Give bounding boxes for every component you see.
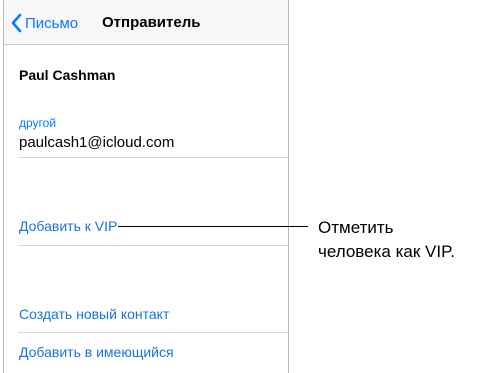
page-title: Отправитель — [102, 14, 201, 31]
email-type-label: другой — [19, 116, 57, 130]
callout-line-1: Отметить — [318, 218, 394, 237]
divider — [18, 332, 288, 333]
contact-name: Paul Cashman — [19, 67, 116, 83]
back-button[interactable]: Письмо — [11, 11, 78, 35]
divider — [18, 245, 288, 246]
back-button-label: Письмо — [25, 14, 79, 32]
callout-line — [118, 226, 308, 227]
add-to-existing-button[interactable]: Добавить в имеющийся — [19, 344, 174, 360]
callout-text: Отметить человека как VIP. — [318, 216, 488, 264]
chevron-left-icon — [11, 13, 22, 33]
divider — [18, 157, 288, 158]
navigation-bar: Письмо Отправитель — [4, 0, 288, 45]
callout-line-2: человека как VIP. — [318, 242, 455, 261]
phone-screen: Письмо Отправитель Paul Cashman другой p… — [3, 0, 289, 373]
email-address[interactable]: paulcash1@icloud.com — [19, 134, 174, 151]
add-to-vip-button[interactable]: Добавить к VIP — [19, 218, 117, 234]
create-contact-button[interactable]: Создать новый контакт — [19, 306, 169, 322]
